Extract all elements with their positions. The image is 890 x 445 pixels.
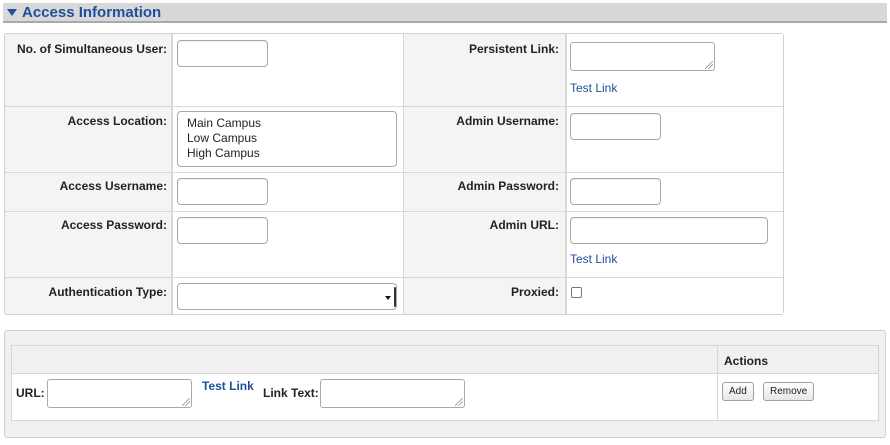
admin-password-input[interactable] <box>570 178 661 205</box>
chevron-down-icon[interactable] <box>385 296 391 300</box>
access-info-grid: No. of Simultaneous User: Persistent Lin… <box>4 33 784 315</box>
value-column-right <box>566 34 783 314</box>
persistent-link-textarea[interactable] <box>570 42 715 71</box>
url-test-link[interactable]: Test Link <box>202 379 254 393</box>
link-text-textarea[interactable] <box>320 379 465 408</box>
add-button[interactable]: Add <box>722 382 754 401</box>
access-password-label: Access Password: <box>60 218 167 232</box>
admin-password-label: Admin Password: <box>457 179 559 193</box>
select-edge <box>394 287 396 307</box>
section-title: Access Information <box>22 4 162 21</box>
simultaneous-users-input[interactable] <box>177 40 268 67</box>
row-divider <box>5 172 783 173</box>
simultaneous-users-label: No. of Simultaneous User: <box>16 42 167 56</box>
persistent-link-test-link[interactable]: Test Link <box>570 81 617 95</box>
resize-grip-icon[interactable] <box>182 398 190 406</box>
col-divider <box>403 34 404 314</box>
access-location-option[interactable]: High Campus <box>187 146 387 161</box>
access-username-label: Access Username: <box>59 179 167 193</box>
access-location-option[interactable]: Low Campus <box>187 131 387 146</box>
authentication-type-select[interactable] <box>177 283 397 310</box>
url-label: URL: <box>16 386 45 400</box>
actions-col-divider <box>717 346 718 420</box>
row-divider <box>5 106 783 107</box>
url-section: Actions URL: Test Link Link Text: Add Re… <box>4 330 886 438</box>
row-divider <box>5 211 783 212</box>
admin-username-label: Admin Username: <box>456 114 559 128</box>
section-header-access-information[interactable]: Access Information <box>3 3 887 23</box>
persistent-link-label: Persistent Link: <box>468 42 559 56</box>
authentication-type-label: Authentication Type: <box>48 285 167 299</box>
access-username-input[interactable] <box>177 178 268 205</box>
proxied-checkbox[interactable] <box>571 287 582 298</box>
resize-grip-icon[interactable] <box>455 398 463 406</box>
row-divider <box>5 277 783 278</box>
access-location-listbox[interactable]: Main Campus Low Campus High Campus <box>177 111 397 167</box>
collapse-triangle-icon[interactable] <box>7 9 17 16</box>
url-textarea[interactable] <box>47 379 192 408</box>
remove-button[interactable]: Remove <box>763 382 815 401</box>
admin-url-test-link[interactable]: Test Link <box>570 252 617 266</box>
admin-url-input[interactable] <box>570 217 768 244</box>
value-column-left <box>172 34 403 314</box>
proxied-label: Proxied: <box>510 285 559 299</box>
access-location-option[interactable]: Main Campus <box>187 116 387 131</box>
admin-url-label: Admin URL: <box>489 218 559 232</box>
admin-username-input[interactable] <box>570 113 661 140</box>
link-text-label: Link Text: <box>263 386 319 400</box>
actions-header: Actions <box>724 354 769 368</box>
resize-grip-icon[interactable] <box>705 61 713 69</box>
access-location-label: Access Location: <box>67 114 167 128</box>
access-password-input[interactable] <box>177 217 268 244</box>
url-table: Actions URL: Test Link Link Text: Add Re… <box>11 345 879 421</box>
